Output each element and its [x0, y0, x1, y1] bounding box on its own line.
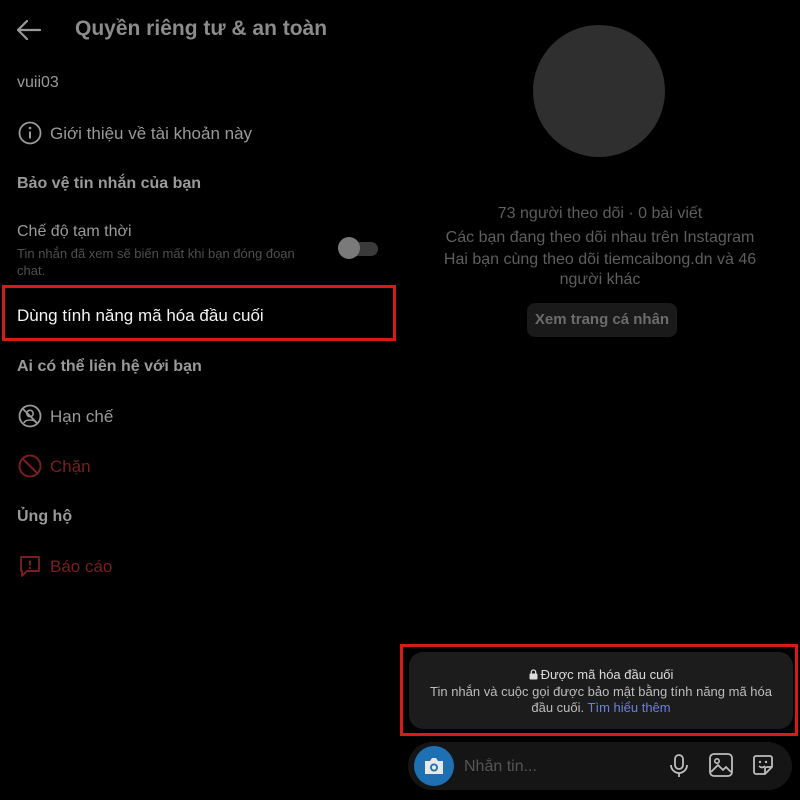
- notice-title: Được mã hóa đầu cuối: [409, 667, 793, 682]
- block-icon: [18, 454, 42, 478]
- vanish-mode-toggle-knob[interactable]: [338, 237, 360, 259]
- learn-more-link[interactable]: Tìm hiểu thêm: [588, 700, 671, 715]
- settings-header: Quyền riêng tư & an toàn: [0, 0, 400, 58]
- avatar[interactable]: [533, 25, 665, 157]
- camera-icon: [425, 758, 443, 774]
- vanish-mode-desc-line2: chat.: [17, 263, 46, 278]
- notice-body: Tin nhắn và cuộc gọi được bảo mật bằng t…: [420, 684, 782, 716]
- sticker-icon[interactable]: [750, 752, 776, 778]
- notice-body-line1: Tin nhắn và cuộc gọi được bảo mật bằng t…: [430, 684, 772, 699]
- report-item[interactable]: Báo cáo: [0, 545, 400, 587]
- section-who-can-contact: Ai có thể liên hệ với bạn: [17, 358, 202, 375]
- about-account-label: Giới thiệu về tài khoản này: [50, 124, 253, 143]
- page-title: Quyền riêng tư & an toàn: [75, 17, 328, 40]
- about-account-item[interactable]: Giới thiệu về tài khoản này: [0, 112, 400, 154]
- report-label: Báo cáo: [50, 557, 113, 576]
- section-support: Ủng hộ: [17, 508, 73, 525]
- microphone-icon[interactable]: [667, 752, 691, 780]
- mutual-followers-line2: người khác: [559, 271, 641, 288]
- profile-stats: 73 người theo dõi · 0 bài viết: [497, 205, 703, 222]
- info-icon: [18, 121, 42, 145]
- camera-button[interactable]: [414, 746, 454, 786]
- block-label: Chặn: [50, 457, 91, 476]
- vanish-mode-title: Chế độ tạm thời: [17, 223, 132, 240]
- section-protect-messages: Bảo vệ tin nhắn của bạn: [17, 175, 202, 192]
- notice-body-line2: đầu cuối.: [531, 700, 585, 715]
- message-input[interactable]: [462, 753, 656, 781]
- restrict-icon: [18, 404, 42, 428]
- report-icon: [20, 556, 40, 577]
- view-profile-button[interactable]: Xem trang cá nhân: [527, 303, 677, 337]
- back-arrow-icon[interactable]: [14, 16, 42, 44]
- restrict-label: Hạn chế: [50, 407, 114, 426]
- notice-title-text: Được mã hóa đầu cuối: [540, 667, 674, 682]
- lock-icon: [529, 669, 538, 680]
- e2e-encryption-label[interactable]: Dùng tính năng mã hóa đầu cuối: [17, 306, 264, 326]
- gallery-icon[interactable]: [708, 752, 734, 778]
- restrict-item[interactable]: Hạn chế: [0, 395, 400, 437]
- vanish-mode-desc-line1: Tin nhắn đã xem sẽ biến mất khi bạn đóng…: [17, 246, 295, 261]
- mutual-followers-line1: Hai bạn cùng theo dõi tiemcaibong.dn và …: [443, 251, 757, 268]
- username-label: vuii03: [17, 74, 59, 91]
- block-item[interactable]: Chặn: [0, 445, 400, 487]
- mutual-follow-text: Các bạn đang theo dõi nhau trên Instagra…: [445, 229, 755, 246]
